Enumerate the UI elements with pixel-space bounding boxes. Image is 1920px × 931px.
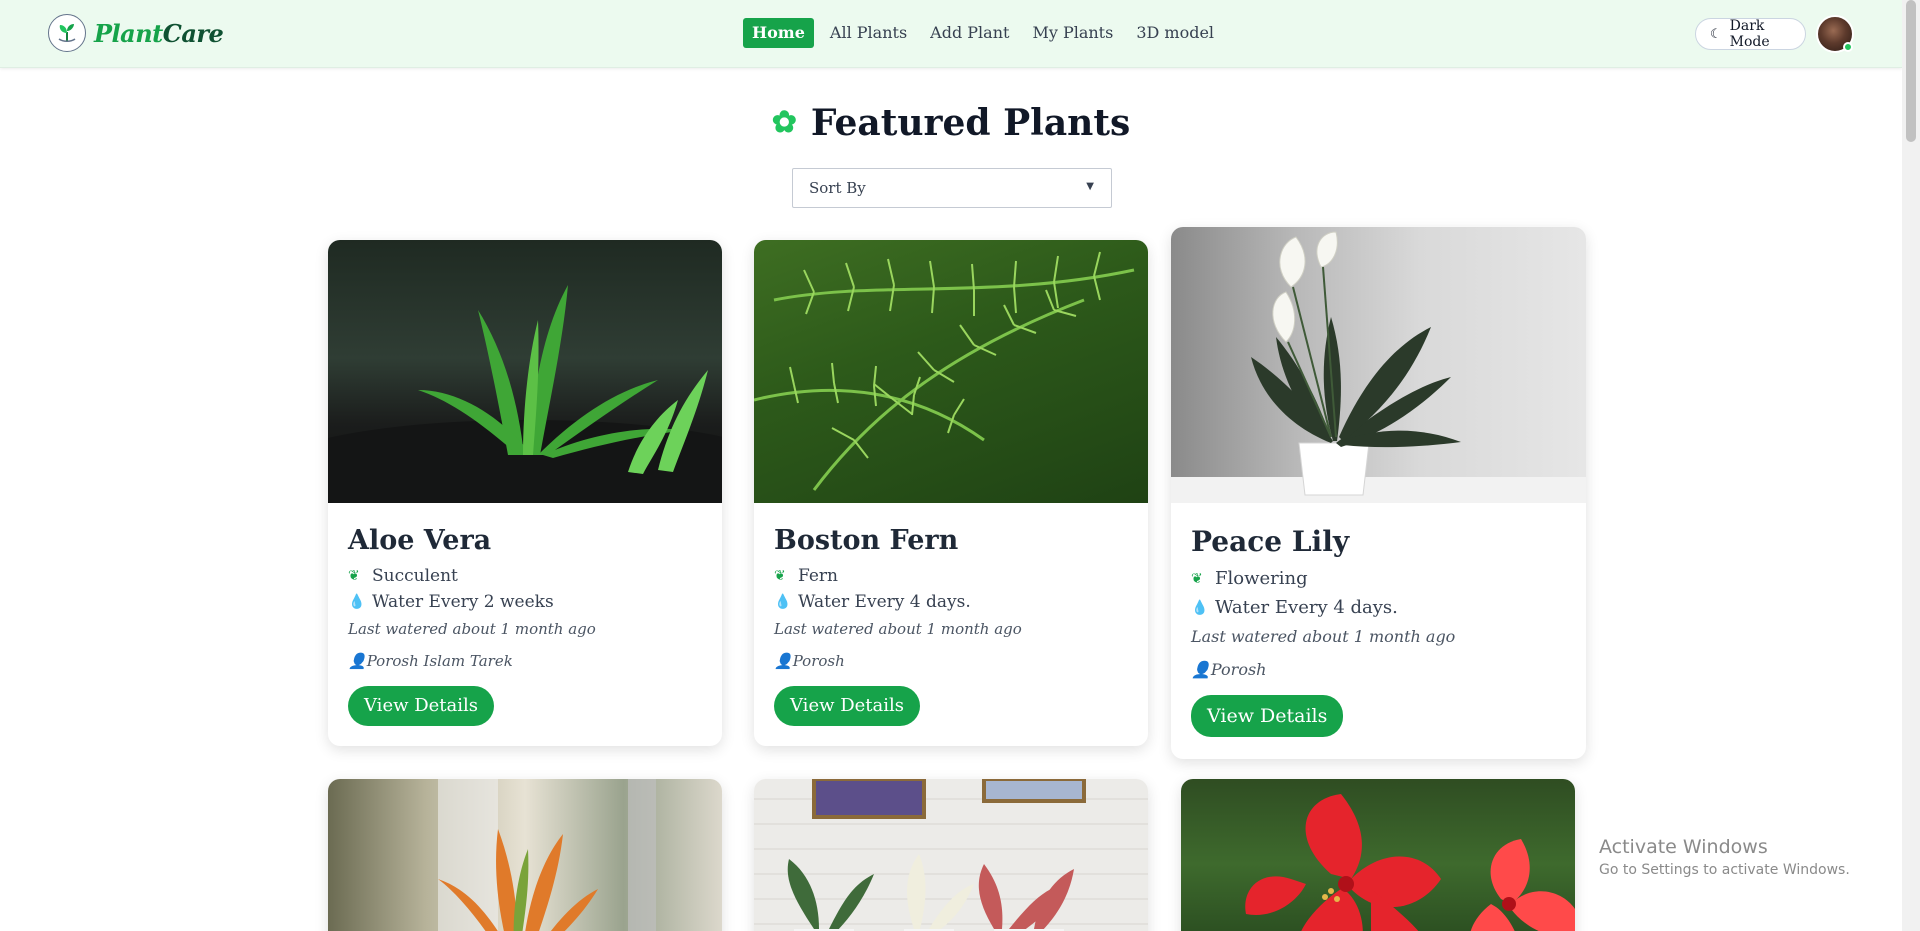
author-text: Porosh <box>1210 660 1267 679</box>
aloe-vera-image <box>328 240 722 503</box>
plant-category: ❦ Succulent <box>348 566 702 586</box>
sort-select[interactable]: Sort By ▼ <box>792 168 1112 208</box>
category-text: Fern <box>798 566 839 586</box>
user-icon: 👤 <box>348 652 367 670</box>
nav-my-plants[interactable]: My Plants <box>1032 18 1113 48</box>
nav-home[interactable]: Home <box>743 18 814 48</box>
section-title-text: Featured Plants <box>810 102 1131 144</box>
leaf-icon: ❦ <box>774 568 786 584</box>
plant-logo-icon <box>48 14 86 52</box>
top-navbar: PlantCare Home All Plants Add Plant My P… <box>0 0 1902 68</box>
plant-name: Peace Lily <box>1191 525 1350 558</box>
plant-author: 👤 Porosh <box>1191 660 1566 679</box>
watering-text: Water Every 4 days. <box>1215 597 1398 618</box>
windows-activation-watermark: Activate Windows Go to Settings to activ… <box>1599 836 1850 878</box>
last-watered: Last watered about 1 month ago <box>1191 627 1456 646</box>
plant-category: ❦ Flowering <box>1191 568 1566 589</box>
plant-author: 👤 Porosh Islam Tarek <box>348 652 702 670</box>
plant-watering: 💧 Water Every 4 days. <box>1191 597 1566 618</box>
dark-mode-toggle[interactable]: ☾ Dark Mode <box>1695 18 1806 50</box>
leaf-icon: ❦ <box>348 568 360 584</box>
section-title: ✿ Featured Plants <box>0 102 1902 144</box>
view-details-button[interactable]: View Details <box>774 686 921 726</box>
plant-card: Aloe Vera ❦ Succulent 💧 Water Every 2 week… <box>328 240 722 746</box>
leaf-icon: ❦ <box>1191 570 1203 587</box>
plant-card: Boston Fern ❦ Fern 💧 Water Every 4 days. L… <box>754 240 1148 746</box>
main-nav: Home All Plants Add Plant My Plants 3D m… <box>743 18 1237 48</box>
view-details-button[interactable]: View Details <box>348 686 495 726</box>
watering-text: Water Every 2 weeks <box>372 592 554 612</box>
plant-card: Peace Lily ❦ Flowering 💧 Water Every 4 day… <box>1171 227 1586 759</box>
view-details-button[interactable]: View Details <box>1191 695 1344 737</box>
boston-fern-image <box>754 240 1148 503</box>
watermark-line-1: Activate Windows <box>1599 836 1768 858</box>
nav-add-plant[interactable]: Add Plant <box>930 18 1009 48</box>
online-status-dot <box>1843 42 1853 52</box>
last-watered: Last watered about 1 month ago <box>774 620 1022 638</box>
plant-watering: 💧 Water Every 2 weeks <box>348 592 702 612</box>
plant-image <box>754 779 1148 931</box>
scrollbar-thumb[interactable] <box>1906 0 1916 142</box>
nav-3d-model[interactable]: 3D model <box>1136 18 1214 48</box>
water-drop-icon: 💧 <box>1191 599 1209 616</box>
category-text: Succulent <box>372 566 458 586</box>
brand-name: PlantCare <box>94 18 224 48</box>
leaf-icon: ✿ <box>771 105 797 140</box>
moon-icon: ☾ <box>1710 26 1722 42</box>
plant-category: ❦ Fern <box>774 566 1128 586</box>
watering-text: Water Every 4 days. <box>798 592 971 612</box>
caret-down-icon: ▼ <box>1086 181 1094 192</box>
author-text: Porosh Islam Tarek <box>366 652 513 670</box>
user-icon: 👤 <box>1191 660 1211 679</box>
brand[interactable]: PlantCare <box>48 14 224 52</box>
category-text: Flowering <box>1215 568 1308 589</box>
plant-author: 👤 Porosh <box>774 652 1128 670</box>
plant-image <box>1181 779 1575 931</box>
plant-watering: 💧 Water Every 4 days. <box>774 592 1128 612</box>
watermark-line-2: Go to Settings to activate Windows. <box>1599 862 1850 878</box>
plant-name: Boston Fern <box>774 525 959 556</box>
peace-lily-image <box>1171 227 1586 503</box>
plant-card-partial <box>328 779 722 931</box>
dark-mode-label: Dark Mode <box>1729 18 1770 50</box>
nav-all-plants[interactable]: All Plants <box>830 18 907 48</box>
water-drop-icon: 💧 <box>348 594 366 610</box>
plant-card-partial <box>1181 779 1575 931</box>
author-text: Porosh <box>792 652 845 670</box>
user-icon: 👤 <box>774 652 793 670</box>
plant-card-partial <box>754 779 1148 931</box>
plant-name: Aloe Vera <box>348 525 492 556</box>
plant-image <box>328 779 722 931</box>
last-watered: Last watered about 1 month ago <box>348 620 596 638</box>
sort-select-label: Sort By <box>809 179 866 197</box>
water-drop-icon: 💧 <box>774 594 792 610</box>
